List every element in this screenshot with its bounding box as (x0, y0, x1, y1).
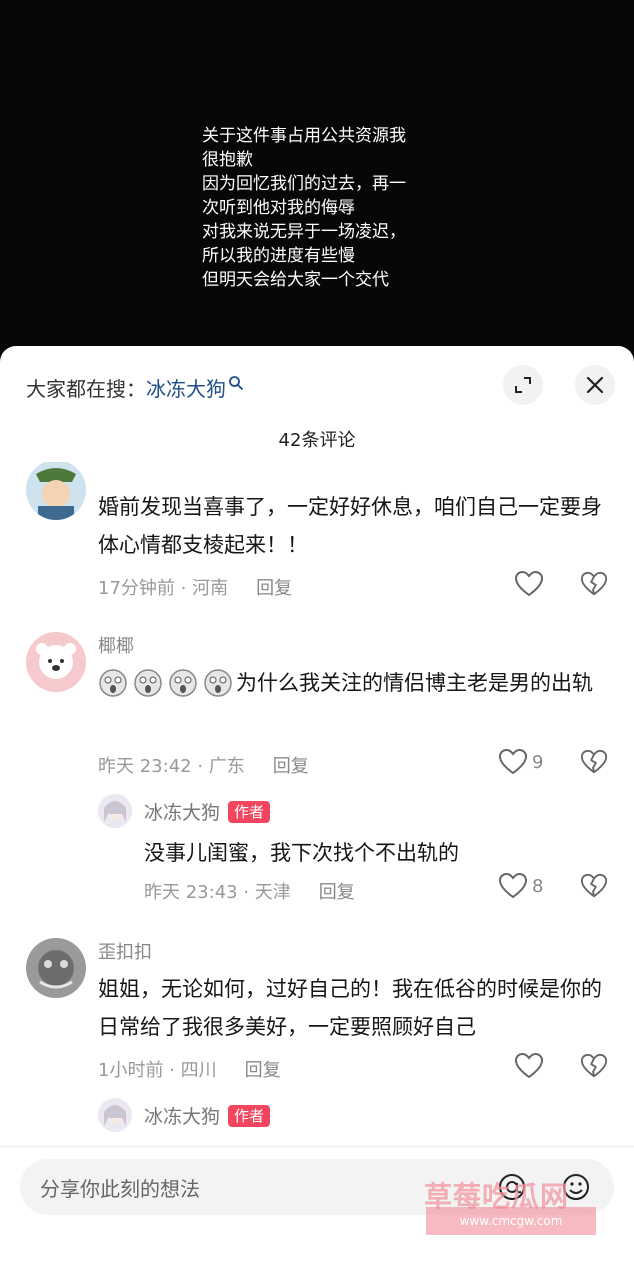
broken-heart-icon (580, 749, 608, 774)
avatar-image (26, 632, 86, 692)
reply-button[interactable]: 回复 (319, 878, 355, 904)
search-icon (229, 376, 243, 390)
close-button[interactable] (575, 365, 615, 405)
heart-icon (498, 748, 528, 775)
comment-text: 婚前发现当喜事了，一定好好休息，咱们自己一定要身体心情都支棱起来！！ (98, 495, 602, 557)
author-badge: 作者 (228, 800, 271, 823)
reply-meta: 昨天 23:43 · 天津 回复 (144, 878, 355, 904)
video-player[interactable]: 关于这件事占用公共资源我 很抱歉 因为回忆我们的过去，再一 次听到他对我的侮辱 … (0, 0, 634, 372)
comment-time-location: 昨天 23:42 · 广东 (98, 756, 245, 777)
like-button[interactable] (514, 570, 544, 598)
dislike-button[interactable] (580, 748, 608, 780)
dislike-button[interactable] (580, 872, 608, 904)
comment-list[interactable]: 婚前发现当喜事了，一定好好休息，咱们自己一定要身体心情都支棱起来！！ 17分钟前… (0, 462, 634, 1146)
avatar[interactable] (98, 794, 132, 828)
avatar[interactable] (98, 1098, 132, 1132)
expand-button[interactable] (503, 365, 543, 405)
like-count: 8 (532, 875, 544, 897)
reply-text: 没事儿闺蜜，我下次找个不出轨的 (144, 841, 459, 865)
comment-meta: 昨天 23:42 · 广东 回复 (98, 752, 309, 778)
avatar-image (98, 1098, 132, 1132)
reply-username[interactable]: 冰冻大狗 (144, 1102, 220, 1129)
like-count: 9 (532, 751, 544, 773)
heart-icon (498, 872, 528, 899)
like-button[interactable] (514, 1052, 544, 1080)
shocked-emoji-icon (169, 669, 197, 697)
trending-search-term[interactable]: 冰冻大狗 (146, 373, 226, 402)
reply-author: 冰冻大狗 作者 (144, 798, 271, 825)
shocked-emoji-icon (204, 669, 232, 697)
comment-input-bar: 分享你此刻的想法 草莓吃瓜网 www.cmcgw.com (0, 1146, 634, 1280)
reply-author: 冰冻大狗 作者 (144, 1102, 271, 1129)
reply-time-location: 昨天 23:43 · 天津 (144, 882, 291, 903)
emoji-group (98, 668, 233, 698)
expand-icon (515, 377, 531, 393)
avatar[interactable] (26, 938, 86, 998)
comment-sheet: 大家都在搜： 冰冻大狗 42条评论 婚前发现当喜事了，一定好好休息，咱们自己一定… (0, 346, 634, 1280)
close-icon (586, 376, 604, 394)
trending-search-label: 大家都在搜： (26, 376, 146, 401)
comment-meta: 17分钟前 · 河南 回复 (98, 574, 292, 600)
avatar-image (26, 462, 86, 520)
comment-meta: 1小时前 · 四川 回复 (98, 1056, 281, 1082)
comment-text: 姐姐，无论如何，过好自己的！我在低谷的时候是你的日常给了我很多美好，一定要照顾好… (98, 977, 602, 1039)
reply-button[interactable]: 回复 (273, 752, 309, 778)
avatar[interactable] (26, 462, 86, 520)
like-button[interactable]: 9 (498, 748, 543, 776)
heart-icon (514, 1052, 544, 1079)
author-badge: 作者 (228, 1104, 271, 1127)
dislike-button[interactable] (580, 1052, 608, 1084)
avatar[interactable] (26, 632, 86, 692)
comment-input-placeholder: 分享你此刻的想法 (40, 1177, 200, 1201)
comment-username[interactable]: 椰椰 (98, 632, 134, 658)
shocked-emoji-icon (99, 669, 127, 697)
video-caption: 关于这件事占用公共资源我 很抱歉 因为回忆我们的过去，再一 次听到他对我的侮辱 … (202, 126, 406, 290)
avatar-image (26, 938, 86, 998)
comment-time-location: 17分钟前 · 河南 (98, 578, 229, 599)
broken-heart-icon (580, 873, 608, 898)
broken-heart-icon (580, 571, 608, 596)
like-button[interactable]: 8 (498, 872, 543, 900)
broken-heart-icon (580, 1053, 608, 1078)
reply-button[interactable]: 回复 (256, 574, 292, 600)
dislike-button[interactable] (580, 570, 608, 602)
comment-time-location: 1小时前 · 四川 (98, 1060, 217, 1081)
comment-username[interactable]: 歪扣扣 (98, 938, 152, 964)
heart-icon (514, 570, 544, 597)
watermark-url: www.cmcgw.com (426, 1207, 596, 1235)
shocked-emoji-icon (134, 669, 162, 697)
comment-count: 42条评论 (278, 430, 356, 451)
reply-button[interactable]: 回复 (245, 1056, 281, 1082)
avatar-image (98, 794, 132, 828)
trending-search[interactable]: 大家都在搜： 冰冻大狗 (26, 372, 244, 402)
reply-username[interactable]: 冰冻大狗 (144, 798, 220, 825)
